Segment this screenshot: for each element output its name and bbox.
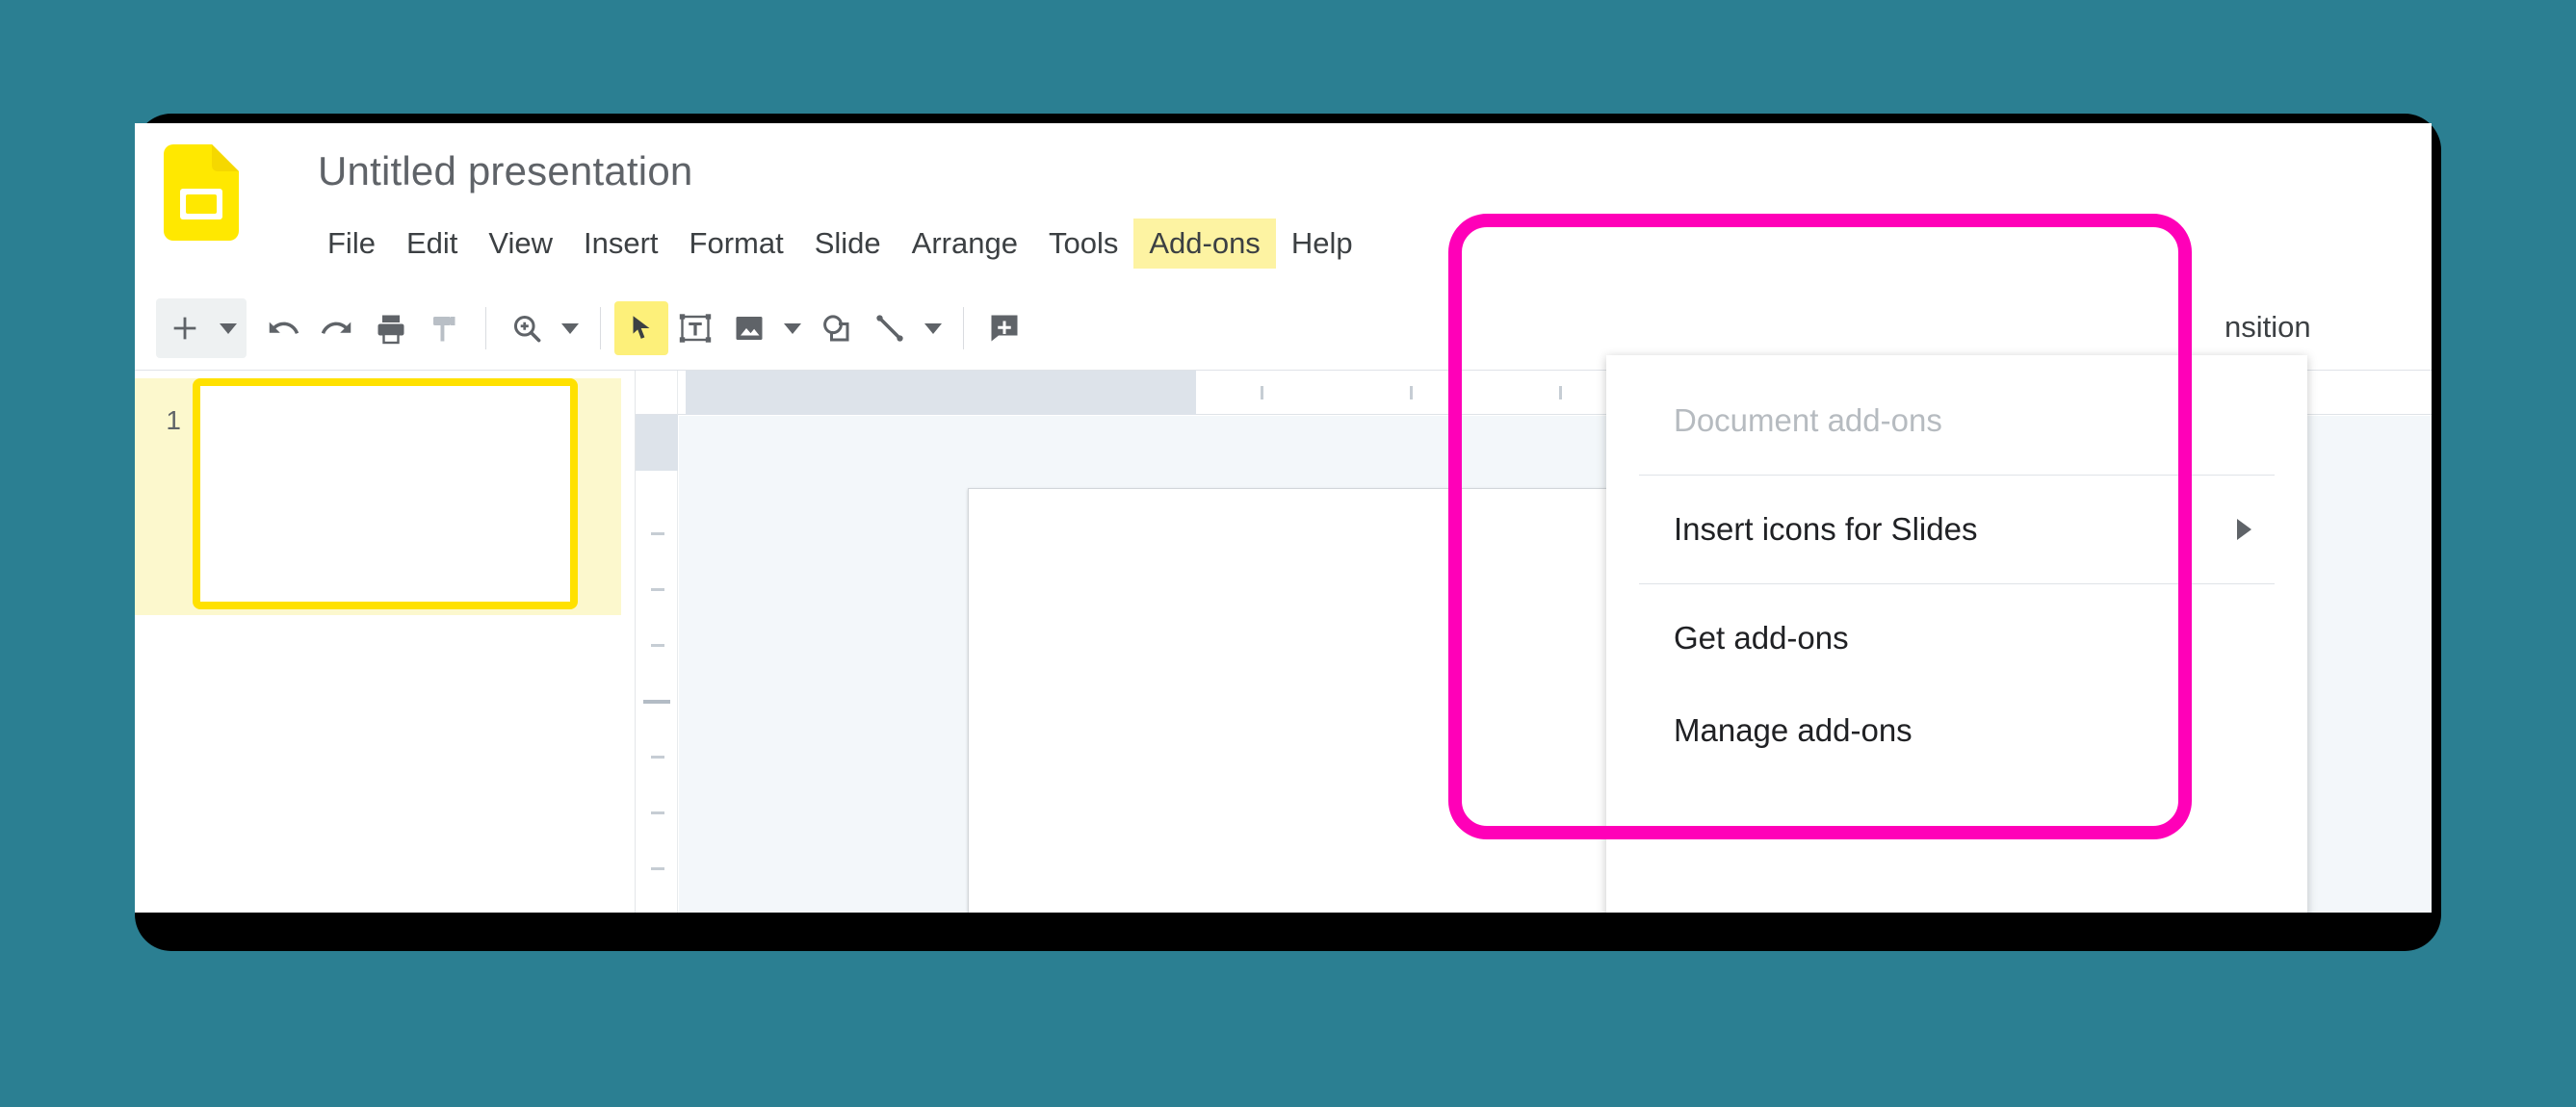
vertical-ruler[interactable] [636, 415, 678, 913]
title-bar: Untitled presentation File Edit View Ins… [135, 123, 2432, 269]
shape-icon[interactable] [809, 301, 863, 355]
toolbar-divider [600, 307, 601, 349]
cursor-arrow-icon[interactable] [614, 301, 668, 355]
menu-divider [1639, 475, 2275, 476]
menu-divider [1639, 583, 2275, 584]
toolbar-divider [963, 307, 964, 349]
chevron-down-icon[interactable] [212, 301, 245, 355]
menu-option-manage-add-ons[interactable]: Manage add-ons [1606, 684, 2307, 777]
google-slides-icon[interactable] [164, 144, 239, 241]
image-icon[interactable] [722, 301, 776, 355]
paint-format-icon[interactable] [418, 301, 472, 355]
menu-option-document-add-ons: Document add-ons [1674, 402, 1942, 438]
text-box-icon[interactable] [668, 301, 722, 355]
line-icon[interactable] [863, 301, 917, 355]
menu-option-insert-icons-for-slides[interactable]: Insert icons for Slides [1606, 483, 2307, 576]
slide-number-label: 1 [166, 405, 181, 435]
menu-option-label: Insert icons for Slides [1674, 511, 1978, 547]
add-ons-dropdown-menu: Document add-ons Insert icons for Slides… [1606, 355, 2307, 913]
new-slide-group [156, 298, 247, 358]
undo-icon[interactable] [256, 301, 310, 355]
menu-item-insert[interactable]: Insert [568, 219, 674, 269]
redo-icon[interactable] [310, 301, 364, 355]
menu-item-tools[interactable]: Tools [1033, 219, 1133, 269]
add-comment-icon[interactable] [977, 301, 1031, 355]
chevron-down-icon[interactable] [776, 301, 809, 355]
chevron-down-icon[interactable] [917, 301, 950, 355]
transition-button-label[interactable]: nsition [2225, 310, 2311, 345]
zoom-in-icon[interactable] [500, 301, 554, 355]
menu-item-format[interactable]: Format [674, 219, 799, 269]
menu-bar: File Edit View Insert Format Slide Arran… [312, 216, 1368, 271]
menu-option-get-add-ons[interactable]: Get add-ons [1606, 592, 2307, 684]
filmstrip-slide-1[interactable]: 1 [135, 378, 621, 615]
menu-item-help[interactable]: Help [1276, 219, 1368, 269]
menu-item-arrange[interactable]: Arrange [897, 219, 1033, 269]
plus-icon[interactable] [158, 301, 212, 355]
page-title[interactable]: Untitled presentation [318, 148, 692, 194]
chevron-down-icon[interactable] [554, 301, 586, 355]
menu-item-add-ons[interactable]: Add-ons [1133, 219, 1276, 269]
slide-thumbnail[interactable] [193, 378, 578, 609]
print-icon[interactable] [364, 301, 418, 355]
menu-item-slide[interactable]: Slide [799, 219, 897, 269]
slide-filmstrip[interactable]: 1 [135, 371, 636, 913]
menu-item-file[interactable]: File [312, 219, 391, 269]
menu-item-edit[interactable]: Edit [391, 219, 473, 269]
menu-item-view[interactable]: View [473, 219, 568, 269]
submenu-arrow-icon [2237, 519, 2251, 540]
toolbar-divider [485, 307, 486, 349]
ruler-corner [636, 371, 678, 415]
app-window: Untitled presentation File Edit View Ins… [135, 123, 2432, 913]
